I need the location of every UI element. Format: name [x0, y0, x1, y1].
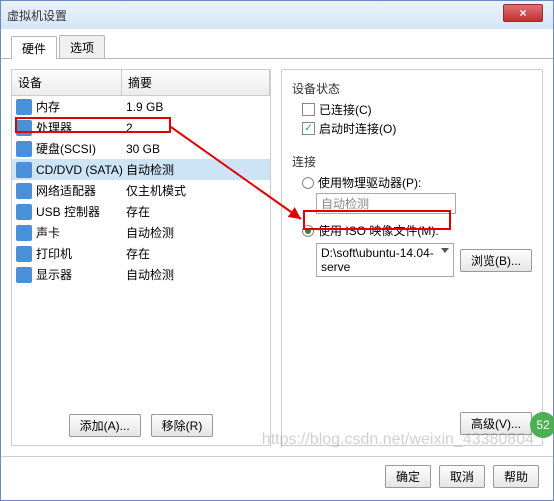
cancel-button[interactable]: 取消 — [439, 465, 485, 488]
ok-button[interactable]: 确定 — [385, 465, 431, 488]
watermark-text: https://blog.csdn.net/weixin_43380804 — [262, 431, 534, 449]
remove-device-button[interactable]: 移除(R) — [151, 414, 214, 437]
annotation-box-iso-input — [303, 210, 451, 230]
device-row-net[interactable]: 网络适配器仅主机模式 — [12, 180, 270, 201]
device-row-printer[interactable]: 打印机存在 — [12, 243, 270, 264]
iso-row: D:\soft\ubuntu-14.04-serve 浏览(B)... — [316, 243, 532, 277]
device-name: 声卡 — [36, 224, 126, 241]
connection-group-title: 连接 — [292, 153, 532, 170]
usb-icon — [16, 204, 32, 220]
device-name: 打印机 — [36, 245, 126, 262]
disk-icon — [16, 141, 32, 157]
device-row-cd[interactable]: CD/DVD (SATA)自动检测 — [12, 159, 270, 180]
window-title: 虚拟机设置 — [7, 7, 67, 24]
dialog-footer: 确定 取消 帮助 — [1, 456, 553, 500]
sound-icon — [16, 225, 32, 241]
device-buttons: 添加(A)... 移除(R) — [12, 406, 270, 445]
connect-at-poweron-checkbox[interactable]: ✓ 启动时连接(O) — [302, 120, 532, 137]
device-list[interactable]: 内存1.9 GB处理器2硬盘(SCSI)30 GBCD/DVD (SATA)自动… — [12, 96, 270, 406]
iso-path-value: D:\soft\ubuntu-14.04-serve — [321, 246, 434, 274]
titlebar: 虚拟机设置 × — [1, 1, 553, 29]
vm-settings-window: 虚拟机设置 × 硬件 选项 设备 摘要 内存1.9 GB处理器2硬盘(SCSI)… — [0, 0, 554, 501]
cd-icon — [16, 162, 32, 178]
use-physical-label: 使用物理驱动器(P): — [318, 174, 421, 191]
device-name: 硬盘(SCSI) — [36, 140, 126, 157]
device-name: 网络适配器 — [36, 182, 126, 199]
device-detail-panel: 设备状态 已连接(C) ✓ 启动时连接(O) 连接 使用物理驱动器(P): 自动… — [281, 69, 543, 446]
device-summary: 存在 — [126, 245, 266, 262]
iso-path-combobox[interactable]: D:\soft\ubuntu-14.04-serve — [316, 243, 454, 277]
device-list-header: 设备 摘要 — [12, 70, 270, 96]
connected-checkbox[interactable]: 已连接(C) — [302, 101, 532, 118]
device-summary: 自动检测 — [126, 161, 266, 178]
printer-icon — [16, 246, 32, 262]
tab-strip: 硬件 选项 — [1, 29, 553, 59]
close-button[interactable]: × — [503, 4, 543, 22]
device-row-usb[interactable]: USB 控制器存在 — [12, 201, 270, 222]
status-group-title: 设备状态 — [292, 80, 532, 97]
display-icon — [16, 267, 32, 283]
tab-hardware[interactable]: 硬件 — [11, 36, 57, 59]
tab-options[interactable]: 选项 — [59, 35, 105, 58]
checkbox-icon — [302, 103, 315, 116]
device-row-sound[interactable]: 声卡自动检测 — [12, 222, 270, 243]
dialog-body: 设备 摘要 内存1.9 GB处理器2硬盘(SCSI)30 GBCD/DVD (S… — [1, 59, 553, 456]
radio-icon — [302, 177, 314, 189]
checkbox-icon: ✓ — [302, 122, 315, 135]
chip-icon — [16, 99, 32, 115]
device-name: 内存 — [36, 98, 126, 115]
annotation-box-device-row — [15, 117, 171, 133]
help-button[interactable]: 帮助 — [493, 465, 539, 488]
device-summary: 仅主机模式 — [126, 182, 266, 199]
col-summary: 摘要 — [122, 70, 270, 95]
device-summary: 存在 — [126, 203, 266, 220]
device-summary: 30 GB — [126, 142, 266, 156]
device-summary: 自动检测 — [126, 266, 266, 283]
connect-at-poweron-label: 启动时连接(O) — [319, 120, 396, 137]
device-summary: 自动检测 — [126, 224, 266, 241]
device-summary: 1.9 GB — [126, 100, 266, 114]
add-device-button[interactable]: 添加(A)... — [69, 414, 141, 437]
device-name: CD/DVD (SATA) — [36, 163, 126, 177]
device-row-chip[interactable]: 内存1.9 GB — [12, 96, 270, 117]
chevron-down-icon — [441, 248, 449, 253]
device-row-display[interactable]: 显示器自动检测 — [12, 264, 270, 285]
device-name: 显示器 — [36, 266, 126, 283]
use-physical-radio[interactable]: 使用物理驱动器(P): — [302, 174, 532, 191]
net-icon — [16, 183, 32, 199]
corner-badge: 52 — [530, 412, 554, 438]
device-name: USB 控制器 — [36, 203, 126, 220]
browse-button[interactable]: 浏览(B)... — [460, 249, 532, 272]
connected-label: 已连接(C) — [319, 101, 372, 118]
device-row-disk[interactable]: 硬盘(SCSI)30 GB — [12, 138, 270, 159]
col-device: 设备 — [12, 70, 122, 95]
